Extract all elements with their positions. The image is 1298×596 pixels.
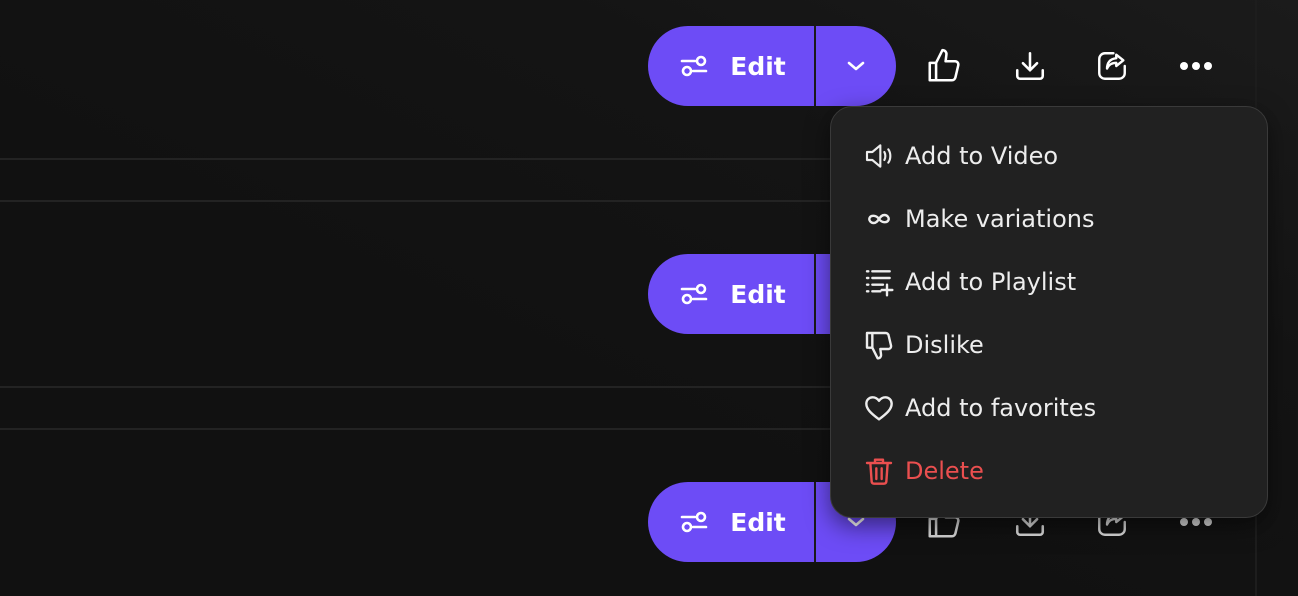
menu-item-add-to-video[interactable]: Add to Video bbox=[863, 134, 1253, 178]
edit-button[interactable]: Edit bbox=[648, 26, 814, 106]
menu-item-label: Dislike bbox=[905, 331, 984, 359]
thumbs-down-icon bbox=[865, 331, 893, 360]
menu-item-label: Add to Video bbox=[905, 142, 1059, 170]
thumbs-up-icon bbox=[928, 48, 960, 82]
speaker-icon bbox=[865, 144, 892, 168]
menu-item-label: Add to Playlist bbox=[905, 268, 1077, 296]
menu-item-make-variations[interactable]: Make variations bbox=[863, 197, 1253, 241]
edit-button[interactable]: Edit bbox=[648, 482, 814, 562]
sliders-icon bbox=[680, 283, 708, 305]
sliders-icon bbox=[680, 55, 708, 77]
edit-label: Edit bbox=[730, 507, 786, 537]
more-icon bbox=[1180, 518, 1212, 526]
menu-item-label: Make variations bbox=[905, 205, 1095, 233]
playlist-add-icon bbox=[865, 270, 894, 297]
more-options-button[interactable] bbox=[1176, 46, 1216, 86]
edit-options-dropdown[interactable] bbox=[816, 26, 896, 106]
share-icon bbox=[1098, 52, 1126, 80]
song-actions-row-1: Edit bbox=[648, 26, 1248, 106]
heart-icon bbox=[865, 396, 893, 421]
like-button[interactable] bbox=[924, 46, 964, 86]
infinity-loop-icon bbox=[868, 213, 890, 225]
edit-button[interactable]: Edit bbox=[648, 254, 814, 334]
menu-item-delete[interactable]: Delete bbox=[863, 449, 1253, 493]
trash-icon bbox=[865, 458, 893, 485]
menu-item-add-to-playlist[interactable]: Add to Playlist bbox=[863, 260, 1253, 304]
menu-item-add-to-favorites[interactable]: Add to favorites bbox=[863, 386, 1253, 430]
menu-item-label: Delete bbox=[905, 457, 984, 485]
more-icon bbox=[1180, 62, 1212, 70]
edit-split-button: Edit bbox=[648, 26, 896, 106]
edit-label: Edit bbox=[730, 279, 786, 309]
edit-label: Edit bbox=[730, 51, 786, 81]
menu-item-dislike[interactable]: Dislike bbox=[863, 323, 1253, 367]
share-button[interactable] bbox=[1092, 46, 1132, 86]
download-button[interactable] bbox=[1010, 46, 1050, 86]
sliders-icon bbox=[680, 511, 708, 533]
menu-item-label: Add to favorites bbox=[905, 394, 1097, 422]
chevron-down-icon bbox=[847, 61, 865, 71]
more-options-menu: Add to Video Make variations Add to Play… bbox=[830, 106, 1268, 518]
download-icon bbox=[1015, 51, 1045, 81]
